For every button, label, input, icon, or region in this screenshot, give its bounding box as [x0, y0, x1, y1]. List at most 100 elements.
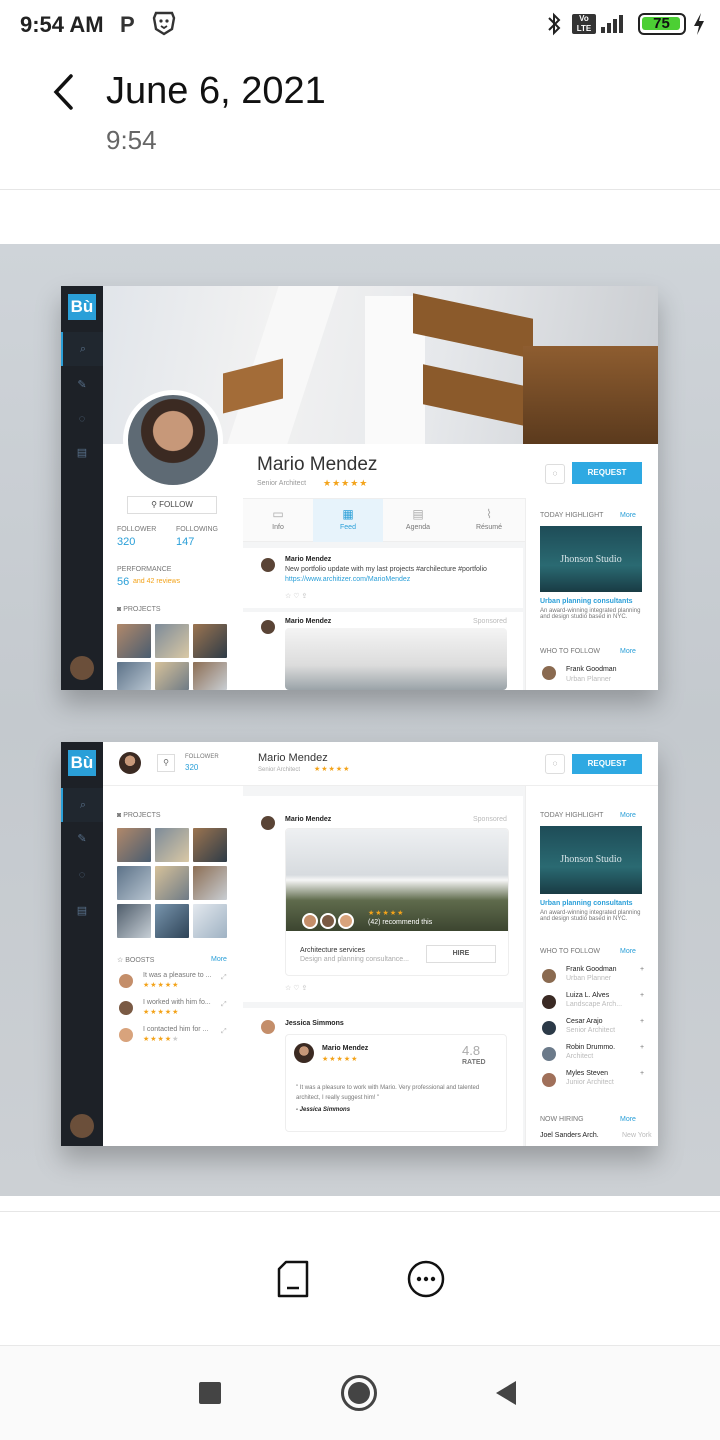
- expand-icon[interactable]: ⤢: [221, 974, 227, 982]
- chat-icon: ◌: [78, 869, 86, 881]
- boost-item: I worked with him fo... ★★★★★ ⤢: [117, 999, 237, 1021]
- boost-avatar: [119, 1001, 133, 1015]
- status-bar: 9:54 AM P Vo LTE 75: [0, 0, 720, 50]
- tab-agenda[interactable]: ▤ Agenda: [383, 499, 453, 543]
- highlight-title[interactable]: Urban planning consultants: [540, 598, 633, 605]
- hire-button[interactable]: HIRE: [426, 945, 496, 963]
- follow-suggestion: Robin Drummo. Architect +: [540, 1044, 650, 1068]
- feed-column: Mario Mendez New portfolio update with m…: [243, 542, 525, 690]
- follow-label: FOLLOW: [159, 500, 193, 509]
- performance-value: 56: [117, 576, 130, 588]
- project-thumb: [193, 828, 227, 862]
- review-card: Mario Mendez ★★★★★ 4.8 RATED " It was a …: [285, 1034, 507, 1132]
- more-link[interactable]: More: [211, 956, 227, 963]
- calendar-icon: ▤: [76, 905, 88, 917]
- follow-suggestion-name: Cesar Arajo: [566, 1018, 603, 1025]
- follower-label: FOLLOWER: [185, 754, 219, 760]
- post-avatar: [261, 816, 275, 830]
- more-options-icon[interactable]: [406, 1259, 446, 1304]
- follow-button[interactable]: ⚲ FOLLOW: [127, 496, 217, 514]
- project-thumb: [117, 866, 151, 900]
- project-thumb: [117, 662, 151, 690]
- tab-resume[interactable]: ⌇ Résumé: [453, 499, 525, 543]
- message-icon[interactable]: ◌: [545, 464, 565, 484]
- search-icon: ⌕: [61, 332, 103, 366]
- follow-suggestion-name: Luiza L. Alves: [566, 992, 610, 999]
- project-thumb: [193, 904, 227, 938]
- highlight-description: An award-winning integrated planning and…: [540, 910, 641, 922]
- home-button[interactable]: [341, 1375, 377, 1411]
- profile-avatar: [123, 390, 223, 490]
- post-stars: ★★★★★: [368, 910, 405, 917]
- agenda-icon: ▤: [412, 507, 424, 521]
- user-icon: ⚲: [151, 500, 160, 509]
- feed-post: Mario Mendez Sponsored ★★★★★ (42) recomm…: [243, 796, 523, 1002]
- star-outline-icon: ☆: [117, 957, 126, 964]
- pencil-icon: ✎: [77, 379, 87, 391]
- sponsored-label: Sponsored: [473, 618, 507, 625]
- add-follow-icon[interactable]: +: [640, 1018, 644, 1025]
- post-author: Mario Mendez: [285, 618, 332, 625]
- tab-info[interactable]: ▭ Info: [243, 499, 313, 543]
- follower-count: 320: [117, 536, 136, 548]
- highlight-title[interactable]: Urban planning consultants: [540, 900, 633, 907]
- who-to-follow-label: WHO TO FOLLOW: [540, 648, 601, 655]
- signal-icon: [600, 12, 628, 39]
- follow-suggestion-role: Urban Planner: [566, 676, 612, 683]
- document-icon[interactable]: [276, 1260, 310, 1303]
- more-link[interactable]: More: [620, 1116, 636, 1123]
- search-icon: ⌕: [61, 788, 103, 822]
- profile-name-bar: Mario Mendez Senior Architect ★★★★★ ◌ RE…: [243, 444, 658, 498]
- project-thumb: [193, 866, 227, 900]
- follow-suggestion-role: Architect: [566, 1053, 594, 1060]
- follow-suggestion: Luiza L. Alves Landscape Arch... +: [540, 992, 650, 1016]
- back-arrow-icon[interactable]: [50, 72, 78, 112]
- post-card: ★★★★★ (42) recommend this Architecture s…: [285, 828, 509, 976]
- more-link[interactable]: More: [620, 648, 636, 655]
- image-viewer[interactable]: Bù ⌕ ✎ ◌ ▤ ⚲ FOLLOW FOLLOWER 320 FOLLOWI…: [0, 244, 720, 1196]
- add-follow-icon[interactable]: +: [640, 1070, 644, 1077]
- review-name: Mario Mendez: [322, 1045, 369, 1052]
- expand-icon[interactable]: ⤢: [221, 1001, 227, 1009]
- boost-item: It was a pleasure to ... ★★★★★ ⤢: [117, 972, 237, 994]
- more-link[interactable]: More: [620, 512, 636, 519]
- rated-label: RATED: [462, 1059, 486, 1066]
- recents-button[interactable]: [199, 1382, 221, 1404]
- follow-suggestion-name: Myles Steven: [566, 1070, 609, 1077]
- following-count: 147: [176, 536, 195, 548]
- tab-feed[interactable]: ▦ Feed: [313, 499, 383, 543]
- boost-text: I worked with him fo...: [143, 999, 211, 1006]
- more-link[interactable]: More: [620, 948, 636, 955]
- performance-reviews: and 42 reviews: [133, 578, 181, 585]
- more-link[interactable]: More: [620, 812, 636, 819]
- follow-suggestion-role: Urban Planner: [566, 975, 612, 982]
- follow-suggestion: Myles Steven Junior Architect +: [540, 1070, 650, 1094]
- info-icon: ▭: [272, 507, 284, 521]
- user-icon[interactable]: ⚲: [157, 754, 175, 772]
- follow-suggestion-avatar: [542, 1021, 556, 1035]
- feed-icon: ▦: [342, 507, 354, 521]
- projects-label: ◙ PROJECTS: [117, 606, 161, 613]
- request-button[interactable]: REQUEST: [572, 462, 642, 484]
- review-avatar: [294, 1043, 314, 1063]
- highlight-brand: Jhonson Studio: [560, 854, 622, 865]
- message-icon[interactable]: ◌: [545, 754, 565, 774]
- post-actions: ☆ ♡ ⇪: [285, 593, 308, 600]
- post-actions: ☆ ♡ ⇪: [285, 985, 308, 992]
- add-follow-icon[interactable]: +: [640, 1044, 644, 1051]
- expand-icon[interactable]: ⤢: [221, 1028, 227, 1036]
- follow-suggestion-name: Robin Drummo.: [566, 1044, 616, 1051]
- back-button[interactable]: [494, 1380, 518, 1411]
- today-highlight-label: TODAY HIGHLIGHT: [540, 812, 604, 819]
- add-follow-icon[interactable]: +: [640, 992, 644, 999]
- post-link[interactable]: https://www.architizer.com/MarioMendez: [285, 576, 410, 583]
- project-thumb: [155, 866, 189, 900]
- add-follow-icon[interactable]: +: [640, 966, 644, 973]
- right-column: TODAY HIGHLIGHT More Jhonson Studio Urba…: [525, 498, 658, 690]
- request-button[interactable]: REQUEST: [572, 754, 642, 774]
- profile-name: Mario Mendez: [257, 454, 378, 475]
- status-time: 9:54 AM: [20, 12, 104, 37]
- system-navigation-bar: [0, 1345, 720, 1440]
- follow-suggestion: Frank Goodman Urban Planner +: [540, 966, 650, 990]
- profile-rating-stars: ★★★★★: [323, 478, 369, 488]
